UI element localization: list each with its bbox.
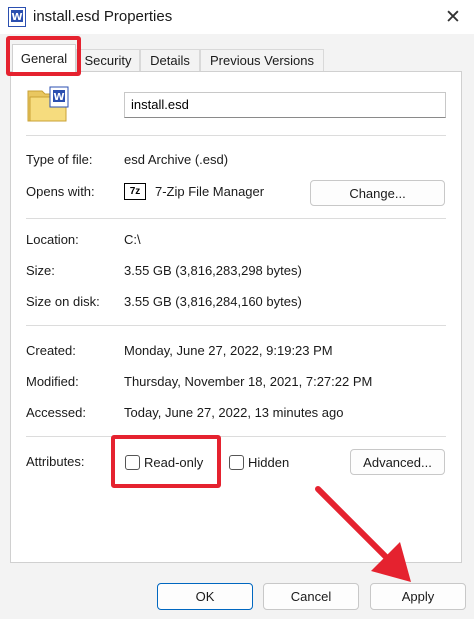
tab-bar: General Security Details Previous Versio… [0, 44, 474, 72]
modified-label: Modified: [26, 374, 79, 389]
divider [26, 325, 446, 326]
tab-label: Previous Versions [209, 53, 315, 68]
type-value: esd Archive (.esd) [124, 152, 229, 167]
title-bar: W install.esd Properties ✕ [0, 0, 474, 34]
tab-label: Details [150, 53, 190, 68]
tab-previous-versions[interactable]: Previous Versions [200, 49, 324, 71]
modified-value: Thursday, November 18, 2021, 7:27:22 PM [124, 374, 373, 389]
tab-label: Security [84, 53, 132, 68]
apply-button[interactable]: Apply [370, 583, 466, 610]
general-panel [10, 71, 462, 563]
divider [26, 135, 446, 136]
location-value: C:\ [124, 232, 141, 247]
created-label: Created: [26, 343, 76, 358]
opens-with-label: Opens with: [26, 184, 95, 199]
file-icon-small: W [8, 7, 26, 27]
type-label: Type of file: [26, 152, 93, 167]
hidden-checkbox[interactable] [229, 455, 244, 470]
file-icon: W [27, 86, 69, 122]
attributes-label: Attributes: [26, 454, 85, 469]
divider [26, 218, 446, 219]
change-button-label: Change... [349, 185, 406, 201]
advanced-button[interactable]: Advanced... [350, 449, 445, 475]
size-label: Size: [26, 263, 55, 278]
cancel-button-label: Cancel [290, 589, 332, 604]
size-on-disk-value: 3.55 GB (3,816,284,160 bytes) [124, 294, 302, 309]
cancel-button[interactable]: Cancel [263, 583, 359, 610]
readonly-checkbox[interactable] [125, 455, 140, 470]
ok-button-label: OK [195, 589, 215, 604]
size-value: 3.55 GB (3,816,283,298 bytes) [124, 263, 302, 278]
close-icon: ✕ [445, 6, 461, 28]
tab-security[interactable]: Security [76, 49, 140, 71]
readonly-label[interactable]: Read-only [144, 455, 203, 470]
7zip-icon: 7z [124, 183, 146, 200]
svg-text:W: W [53, 92, 64, 103]
svg-text:W: W [11, 12, 22, 23]
window-title: install.esd Properties [33, 8, 173, 25]
close-button[interactable]: ✕ [438, 2, 468, 32]
advanced-button-label: Advanced... [363, 454, 432, 470]
apply-button-label: Apply [401, 589, 435, 604]
size-on-disk-label: Size on disk: [26, 294, 100, 309]
ok-button[interactable]: OK [157, 583, 253, 610]
location-label: Location: [26, 232, 79, 247]
created-value: Monday, June 27, 2022, 9:19:23 PM [124, 343, 333, 358]
filename-input[interactable]: install.esd [124, 92, 446, 118]
tab-label: General [20, 51, 68, 66]
tab-general[interactable]: General [12, 44, 76, 72]
change-button[interactable]: Change... [310, 180, 445, 206]
divider [26, 436, 446, 437]
opens-with-value: 7-Zip File Manager [155, 184, 265, 199]
accessed-label: Accessed: [26, 405, 86, 420]
properties-window: W install.esd Properties ✕ General Secur… [0, 0, 474, 619]
hidden-label[interactable]: Hidden [248, 455, 289, 470]
accessed-value: Today, June 27, 2022, 13 minutes ago [124, 405, 344, 420]
tab-details[interactable]: Details [140, 49, 200, 71]
